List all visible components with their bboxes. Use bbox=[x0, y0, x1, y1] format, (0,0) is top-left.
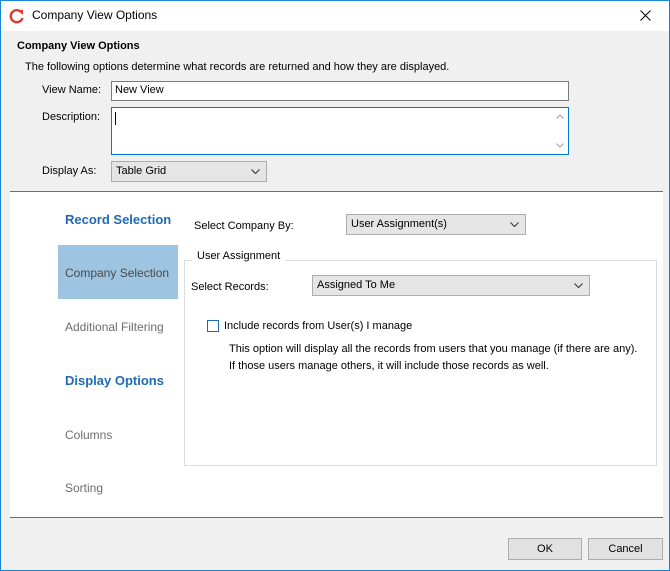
description-label: Description: bbox=[42, 111, 101, 123]
display-as-label: Display As: bbox=[42, 165, 97, 177]
chevron-down-icon bbox=[251, 169, 260, 174]
scroll-up-icon[interactable] bbox=[556, 114, 564, 119]
user-assignment-group-title: User Assignment bbox=[192, 250, 286, 262]
view-name-input[interactable]: New View bbox=[111, 81, 569, 101]
ok-button[interactable]: OK bbox=[508, 538, 582, 560]
scroll-down-icon[interactable] bbox=[556, 143, 564, 148]
include-managed-users-label[interactable]: Include records from User(s) I manage bbox=[224, 320, 412, 332]
nav-heading-record-selection: Record Selection bbox=[65, 212, 172, 227]
header-description: The following options determine what rec… bbox=[25, 61, 450, 73]
description-scrollbar[interactable] bbox=[551, 108, 568, 154]
include-managed-users-checkbox[interactable] bbox=[207, 320, 219, 332]
nav-item-additional-filtering[interactable]: Additional Filtering bbox=[65, 320, 164, 334]
refresh-arrow-icon bbox=[9, 8, 25, 24]
select-company-by-label: Select Company By: bbox=[194, 220, 294, 232]
dialog-window: Company View Options Company View Option… bbox=[0, 0, 670, 571]
nav-item-company-selection[interactable]: Company Selection bbox=[58, 245, 178, 299]
nav-item-sorting[interactable]: Sorting bbox=[65, 481, 103, 495]
header-title: Company View Options bbox=[17, 40, 140, 52]
cancel-button[interactable]: Cancel bbox=[588, 538, 663, 560]
close-button[interactable] bbox=[623, 1, 669, 31]
text-caret bbox=[115, 112, 116, 125]
select-company-by-dropdown[interactable]: User Assignment(s) bbox=[346, 214, 526, 235]
select-records-label: Select Records: bbox=[191, 281, 269, 293]
nav-item-columns[interactable]: Columns bbox=[65, 428, 112, 442]
nav-item-company-selection-label: Company Selection bbox=[65, 266, 170, 280]
select-records-value: Assigned To Me bbox=[317, 279, 396, 291]
title-bar: Company View Options bbox=[1, 1, 669, 31]
options-panel: Record Selection Company Selection Addit… bbox=[10, 192, 663, 517]
select-records-dropdown[interactable]: Assigned To Me bbox=[312, 275, 590, 296]
window-title: Company View Options bbox=[32, 8, 158, 22]
select-company-by-value: User Assignment(s) bbox=[351, 218, 447, 230]
include-managed-users-info: This option will display all the records… bbox=[229, 343, 638, 372]
chevron-down-icon bbox=[510, 222, 519, 227]
chevron-down-icon bbox=[574, 283, 583, 288]
bottom-separator bbox=[10, 517, 663, 518]
view-name-label: View Name: bbox=[42, 84, 102, 96]
view-name-value: New View bbox=[115, 84, 164, 96]
description-input[interactable] bbox=[111, 107, 569, 155]
display-as-dropdown[interactable]: Table Grid bbox=[111, 161, 267, 182]
display-as-value: Table Grid bbox=[116, 165, 167, 177]
nav-heading-display-options: Display Options bbox=[65, 373, 164, 388]
close-icon bbox=[640, 10, 651, 21]
